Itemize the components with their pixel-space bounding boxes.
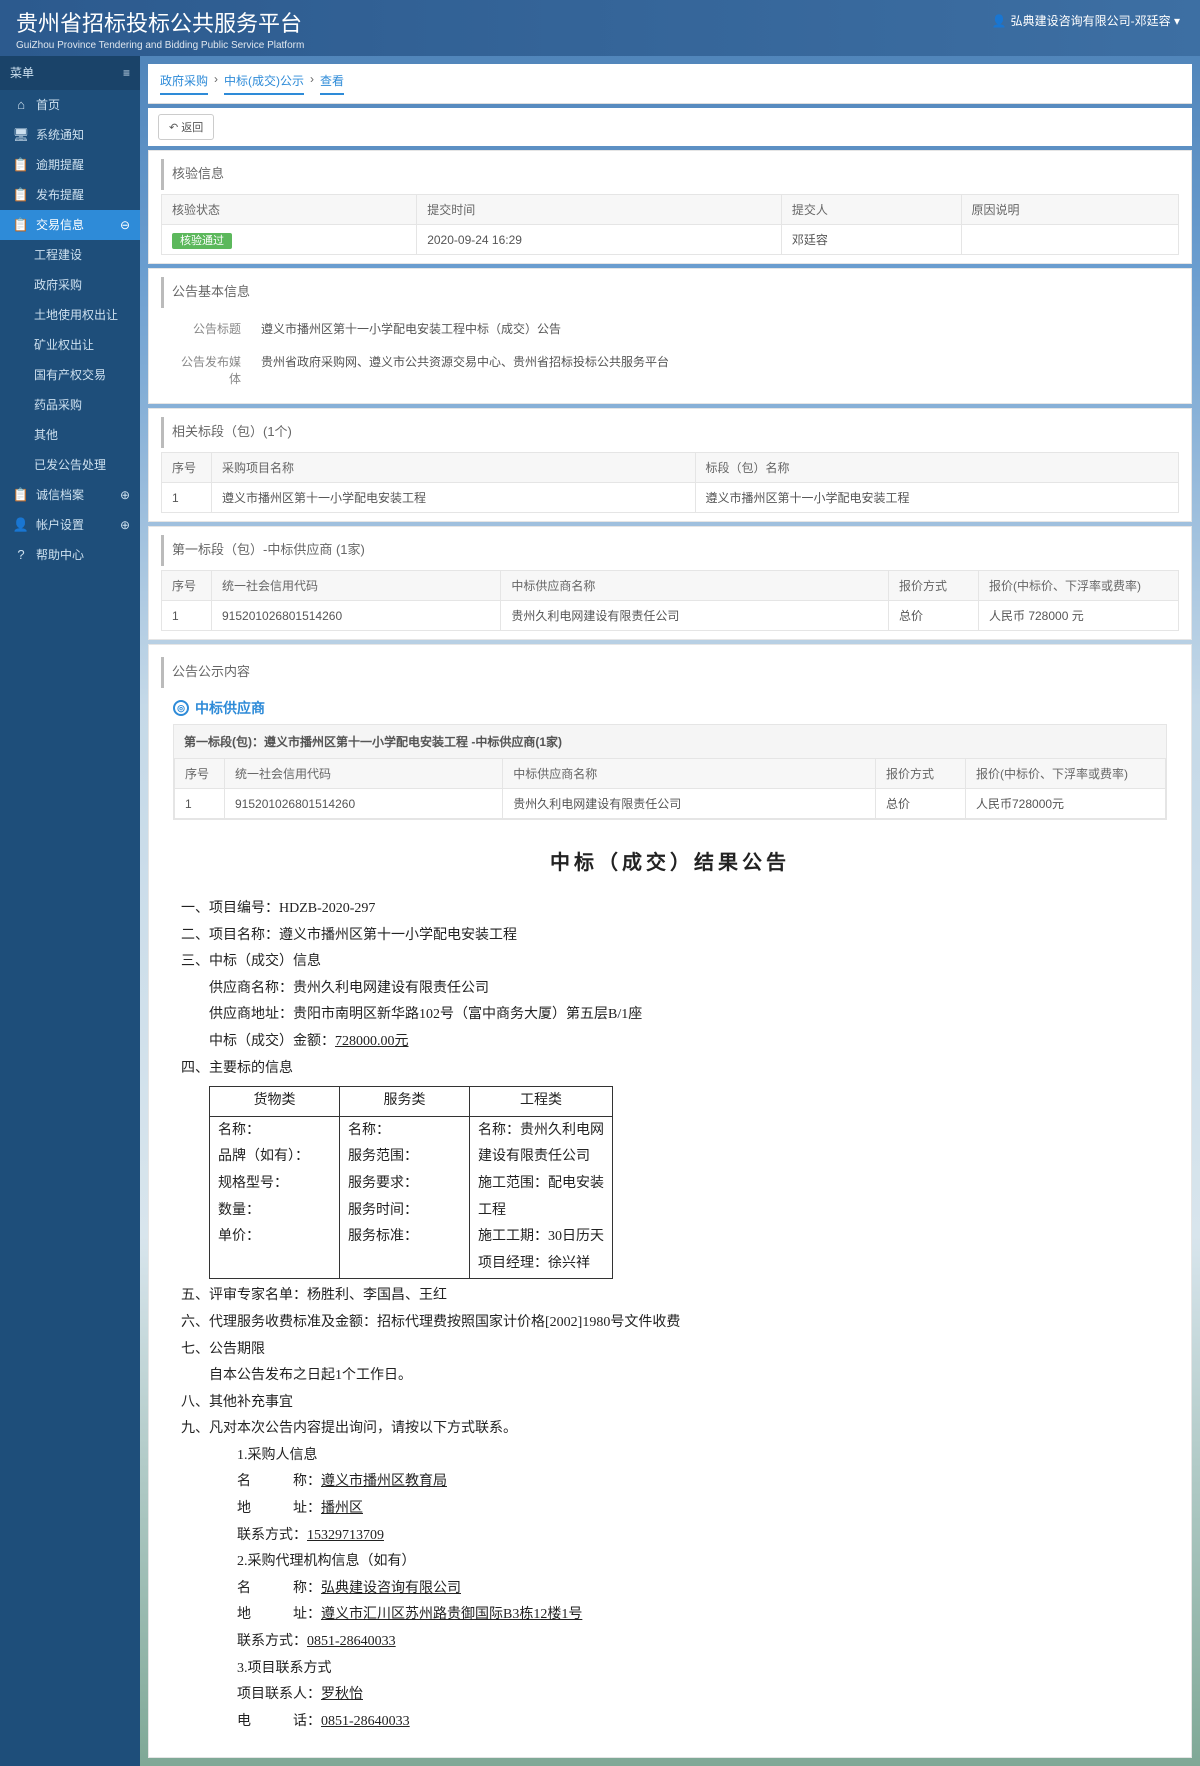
table-row: 核验通过 2020-09-24 16:29 邓廷容 bbox=[162, 225, 1179, 255]
user-icon: 👤 bbox=[14, 518, 28, 532]
kv-row: 公告发布媒体贵州省政府采购网、遵义市公共资源交易中心、贵州省招标投标公共服务平台 bbox=[161, 345, 1179, 395]
supplier-table: 序号统一社会信用代码中标供应商名称报价方式报价(中标价、下浮率或费率) 1915… bbox=[161, 570, 1179, 631]
target-icon: ◎ bbox=[173, 700, 189, 716]
minus-icon: ⊖ bbox=[120, 210, 130, 240]
sidebar-sub-other[interactable]: 其他 bbox=[0, 420, 140, 450]
sidebar-sub-construction[interactable]: 工程建设 bbox=[0, 240, 140, 270]
sidebar-item-help[interactable]: ?帮助中心 bbox=[0, 540, 140, 570]
bid-amount: 728000.00元 bbox=[335, 1034, 409, 1049]
panel-title: 公告公示内容 bbox=[161, 657, 1179, 688]
panel-title: 第一标段（包）-中标供应商 (1家) bbox=[161, 535, 1179, 566]
panel-title: 核验信息 bbox=[161, 159, 1179, 190]
breadcrumb: 政府采购› 中标(成交)公示› 查看 bbox=[148, 64, 1192, 104]
announcement-body: 中标（成交）结果公告 一、项目编号：HDZB-2020-297 二、项目名称：遵… bbox=[161, 828, 1179, 1745]
monitor-icon: 🖥 bbox=[14, 128, 28, 142]
home-icon: ⌂ bbox=[14, 98, 28, 112]
sections-table: 序号采购项目名称标段（包）名称 1遵义市播州区第十一小学配电安装工程遵义市播州区… bbox=[161, 452, 1179, 513]
sidebar-item-publish[interactable]: 📋发布提醒 bbox=[0, 180, 140, 210]
sidebar-item-credit[interactable]: 📋诚信档案⊕ bbox=[0, 480, 140, 510]
content-supplier-table: 序号统一社会信用代码中标供应商名称报价方式报价(中标价、下浮率或费率) 1915… bbox=[174, 758, 1166, 819]
user-info[interactable]: 👤弘典建设咨询有限公司-邓廷容 ▾ bbox=[992, 12, 1180, 29]
main-content: 政府采购› 中标(成交)公示› 查看 ↶ 返回 核验信息 核验状态 提交时间 提… bbox=[140, 56, 1200, 1766]
table-row: 1915201026801514260贵州久利电网建设有限责任公司总价人民币 7… bbox=[162, 601, 1179, 631]
app-title: 贵州省招标投标公共服务平台 bbox=[16, 6, 304, 38]
sidebar-sub-gov[interactable]: 政府采购 bbox=[0, 270, 140, 300]
content-panel: 公告公示内容 ◎ 中标供应商 第一标段(包)：遵义市播州区第十一小学配电安装工程… bbox=[148, 644, 1192, 1758]
app-subtitle: GuiZhou Province Tendering and Bidding P… bbox=[16, 40, 304, 51]
clipboard-icon: 📋 bbox=[14, 158, 28, 172]
sidebar-header: 菜单 ≡ bbox=[0, 56, 140, 90]
verify-panel: 核验信息 核验状态 提交时间 提交人 原因说明 核验通过 2020-09-24 … bbox=[148, 150, 1192, 264]
sub-panel: 第一标段(包)：遵义市播州区第十一小学配电安装工程 -中标供应商(1家) 序号统… bbox=[173, 724, 1167, 820]
clipboard-icon: 📋 bbox=[14, 188, 28, 202]
clipboard-icon: 📋 bbox=[14, 488, 28, 502]
breadcrumb-item[interactable]: 政府采购 bbox=[160, 72, 208, 95]
sidebar-item-trade[interactable]: 📋交易信息⊖ bbox=[0, 210, 140, 240]
status-badge: 核验通过 bbox=[172, 233, 232, 249]
sidebar-sub-published[interactable]: 已发公告处理 bbox=[0, 450, 140, 480]
app-header: 贵州省招标投标公共服务平台 GuiZhou Province Tendering… bbox=[0, 0, 1200, 56]
subject-info-table: 货物类服务类工程类 名称：品牌（如有）：规格型号：数量：单价： 名称：服务范围：… bbox=[209, 1086, 613, 1279]
clipboard-icon: 📋 bbox=[14, 218, 28, 232]
help-icon: ? bbox=[14, 548, 28, 562]
panel-title: 相关标段（包）(1个) bbox=[161, 417, 1179, 448]
chevron-down-icon: ▾ bbox=[1171, 14, 1180, 28]
sidebar-sub-medicine[interactable]: 药品采购 bbox=[0, 390, 140, 420]
sidebar-sub-property[interactable]: 国有产权交易 bbox=[0, 360, 140, 390]
sidebar: 菜单 ≡ ⌂首页 🖥系统通知 📋逾期提醒 📋发布提醒 📋交易信息⊖ 工程建设 政… bbox=[0, 56, 140, 1766]
supplier-heading: ◎ 中标供应商 bbox=[173, 692, 1167, 724]
plus-icon: ⊕ bbox=[120, 480, 130, 510]
panel-title: 公告基本信息 bbox=[161, 277, 1179, 308]
sidebar-sub-mining[interactable]: 矿业权出让 bbox=[0, 330, 140, 360]
back-button[interactable]: ↶ 返回 bbox=[158, 114, 214, 140]
back-bar: ↶ 返回 bbox=[148, 108, 1192, 146]
breadcrumb-item[interactable]: 中标(成交)公示 bbox=[224, 72, 304, 95]
verify-table: 核验状态 提交时间 提交人 原因说明 核验通过 2020-09-24 16:29… bbox=[161, 194, 1179, 255]
sidebar-item-home[interactable]: ⌂首页 bbox=[0, 90, 140, 120]
sidebar-item-overdue[interactable]: 📋逾期提醒 bbox=[0, 150, 140, 180]
table-row: 1915201026801514260贵州久利电网建设有限责任公司总价人民币72… bbox=[175, 789, 1166, 819]
supplier-panel: 第一标段（包）-中标供应商 (1家) 序号统一社会信用代码中标供应商名称报价方式… bbox=[148, 526, 1192, 640]
basic-info-panel: 公告基本信息 公告标题遵义市播州区第十一小学配电安装工程中标（成交）公告 公告发… bbox=[148, 268, 1192, 404]
user-icon: 👤 bbox=[992, 14, 1007, 28]
announcement-heading: 中标（成交）结果公告 bbox=[181, 844, 1159, 882]
sidebar-sub-land[interactable]: 土地使用权出让 bbox=[0, 300, 140, 330]
menu-icon[interactable]: ≡ bbox=[123, 56, 130, 90]
kv-row: 公告标题遵义市播州区第十一小学配电安装工程中标（成交）公告 bbox=[161, 312, 1179, 345]
plus-icon: ⊕ bbox=[120, 510, 130, 540]
breadcrumb-item: 查看 bbox=[320, 72, 344, 95]
sidebar-item-account[interactable]: 👤帐户设置⊕ bbox=[0, 510, 140, 540]
sections-panel: 相关标段（包）(1个) 序号采购项目名称标段（包）名称 1遵义市播州区第十一小学… bbox=[148, 408, 1192, 522]
table-row: 1遵义市播州区第十一小学配电安装工程遵义市播州区第十一小学配电安装工程 bbox=[162, 483, 1179, 513]
sub-panel-title: 第一标段(包)：遵义市播州区第十一小学配电安装工程 -中标供应商(1家) bbox=[174, 725, 1166, 758]
sidebar-item-notice[interactable]: 🖥系统通知 bbox=[0, 120, 140, 150]
